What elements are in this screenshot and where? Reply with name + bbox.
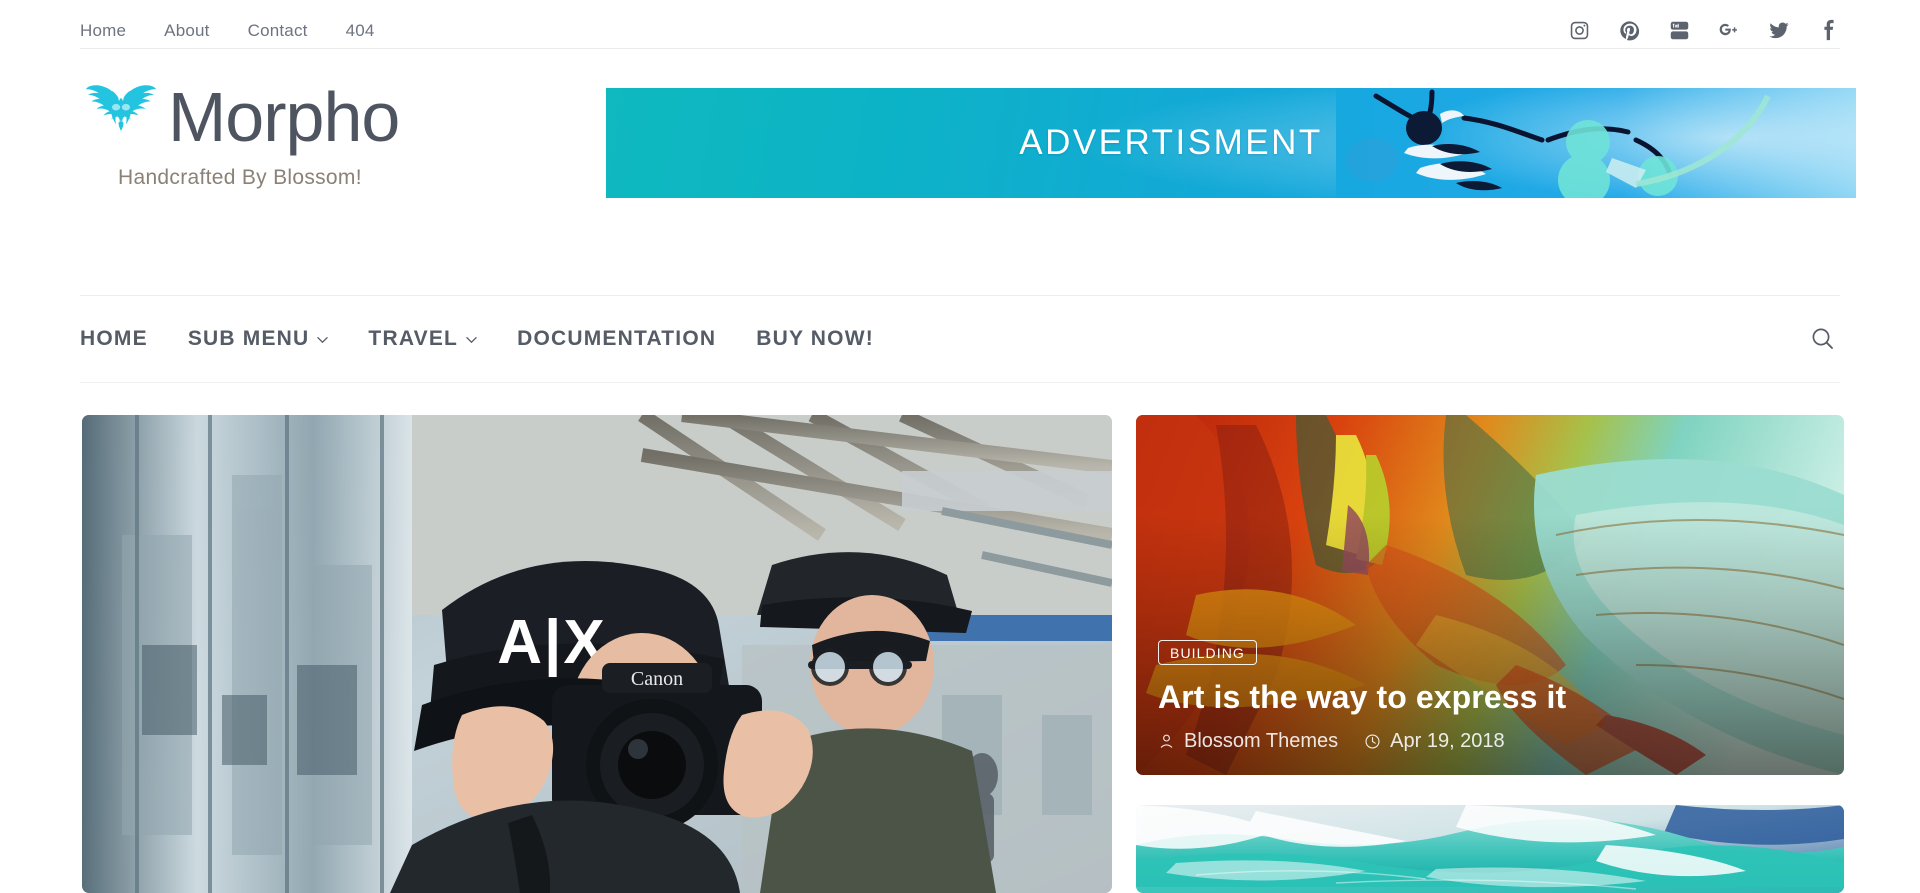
search-icon[interactable] xyxy=(1806,322,1840,356)
post-author: Blossom Themes xyxy=(1158,730,1338,753)
content-area: A|X Canon BUILDING Art is the way to exp… xyxy=(0,415,1920,893)
top-nav-link-contact[interactable]: Contact xyxy=(248,22,308,39)
nav-item-sub-menu[interactable]: SUB MENU xyxy=(188,327,329,351)
page-root: Home About Contact 404 Morpho Handcrafte… xyxy=(0,0,1920,893)
nav-item-documentation-label: DOCUMENTATION xyxy=(517,327,717,350)
nav-item-documentation[interactable]: DOCUMENTATION xyxy=(517,327,716,351)
site-title: Morpho xyxy=(168,78,400,156)
post-card-art-title: Art is the way to express it xyxy=(1158,679,1567,716)
nav-item-travel[interactable]: TRAVEL xyxy=(368,327,477,351)
social-links xyxy=(1568,19,1840,41)
post-card-wave-image xyxy=(1136,805,1844,893)
advertisement-label: ADVERTISMENT xyxy=(1019,123,1323,162)
twitter-icon[interactable] xyxy=(1768,19,1790,41)
nav-item-buy-now-label: BUY NOW! xyxy=(756,327,874,350)
nav-item-travel-label: TRAVEL xyxy=(368,327,459,350)
google-plus-icon[interactable] xyxy=(1718,19,1740,41)
post-card-art[interactable]: BUILDING Art is the way to express it Bl… xyxy=(1136,415,1844,775)
facebook-icon[interactable] xyxy=(1818,19,1840,41)
nav-item-buy-now[interactable]: BUY NOW! xyxy=(756,327,874,351)
clock-icon xyxy=(1365,734,1380,749)
top-bar: Home About Contact 404 xyxy=(0,0,1920,60)
hero-featured-post[interactable]: A|X Canon xyxy=(82,415,1112,893)
main-menu: HOME SUB MENU TRAVEL DOCUMENTATION BUY N… xyxy=(80,327,874,351)
chevron-down-icon xyxy=(466,334,477,345)
top-bar-divider xyxy=(80,48,1840,49)
instagram-icon[interactable] xyxy=(1568,19,1590,41)
pinterest-icon[interactable] xyxy=(1618,19,1640,41)
post-card-wave[interactable] xyxy=(1136,805,1844,893)
site-header: Morpho Handcrafted By Blossom! ADVERTISM… xyxy=(0,60,1920,235)
hero-image: A|X Canon xyxy=(82,415,1112,893)
post-category-badge[interactable]: BUILDING xyxy=(1158,640,1257,666)
svg-text:Canon: Canon xyxy=(631,668,683,690)
top-nav-link-about[interactable]: About xyxy=(164,22,209,39)
post-card-art-meta: Blossom Themes Apr 19, 2018 xyxy=(1158,730,1822,753)
nav-item-sub-menu-label: SUB MENU xyxy=(187,327,310,350)
post-author-name: Blossom Themes xyxy=(1184,730,1339,752)
nav-bottom-divider xyxy=(80,382,1840,383)
post-date: Apr 19, 2018 xyxy=(1364,730,1505,753)
nav-item-home[interactable]: HOME xyxy=(80,327,148,351)
butterfly-icon xyxy=(80,80,162,154)
top-nav-link-home[interactable]: Home xyxy=(80,22,126,39)
main-navigation-bar: HOME SUB MENU TRAVEL DOCUMENTATION BUY N… xyxy=(0,236,1920,384)
user-icon xyxy=(1160,734,1173,748)
top-navigation: Home About Contact 404 xyxy=(80,22,375,39)
advertisement-banner[interactable]: ADVERTISMENT xyxy=(606,88,1856,198)
chevron-down-icon xyxy=(317,334,329,345)
youtube-icon[interactable] xyxy=(1668,19,1690,41)
top-nav-link-404[interactable]: 404 xyxy=(346,22,375,39)
site-tagline: Handcrafted By Blossom! xyxy=(118,166,362,189)
site-logo[interactable]: Morpho Handcrafted By Blossom! xyxy=(80,80,600,190)
post-date-value: Apr 19, 2018 xyxy=(1390,730,1505,752)
nav-item-home-label: HOME xyxy=(80,327,148,350)
